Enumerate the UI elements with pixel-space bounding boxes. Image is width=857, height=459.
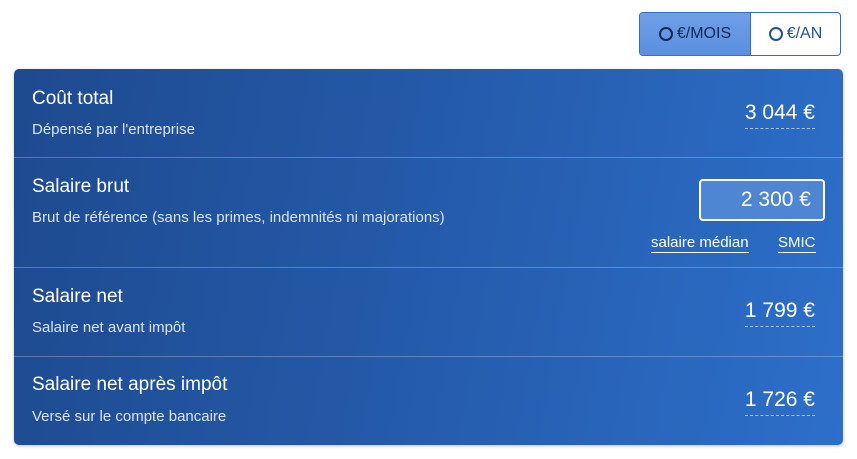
- period-toggle: €/MOIS €/AN: [639, 12, 841, 56]
- link-salaire-median[interactable]: salaire médian: [651, 234, 749, 253]
- row-title: Salaire net: [32, 286, 123, 307]
- row-title: Salaire net après impôt: [32, 374, 228, 395]
- row-title: Coût total: [32, 88, 114, 109]
- row-subtitle: Salaire net avant impôt: [32, 319, 186, 336]
- salaire-net-value[interactable]: 1 799 €: [744, 299, 815, 327]
- row-title: Salaire brut: [32, 176, 130, 197]
- row-cout-total: Coût total Dépensé par l'entreprise 3 04…: [14, 69, 843, 158]
- row-salaire-net-apres-impot: Salaire net après impôt Versé sur le com…: [14, 356, 843, 445]
- row-subtitle: Versé sur le compte bancaire: [32, 408, 227, 425]
- link-smic[interactable]: SMIC: [778, 234, 816, 253]
- row-salaire-net: Salaire net Salaire net avant impôt 1 79…: [14, 267, 843, 357]
- salaire-net-apres-impot-value[interactable]: 1 726 €: [744, 388, 815, 416]
- cout-total-value[interactable]: 3 044 €: [744, 101, 815, 129]
- period-option-year-label: €/AN: [786, 25, 823, 42]
- salaire-brut-input[interactable]: [699, 179, 825, 221]
- radio-month-icon: [658, 27, 673, 41]
- period-option-month[interactable]: €/MOIS: [640, 13, 751, 55]
- radio-year-icon: [768, 27, 783, 41]
- salary-card: Coût total Dépensé par l'entreprise 3 04…: [14, 69, 843, 445]
- row-subtitle: Dépensé par l'entreprise: [32, 121, 195, 138]
- row-subtitle: Brut de référence (sans les primes, inde…: [32, 209, 445, 226]
- period-option-month-label: €/MOIS: [676, 25, 732, 42]
- period-option-year[interactable]: €/AN: [751, 13, 840, 55]
